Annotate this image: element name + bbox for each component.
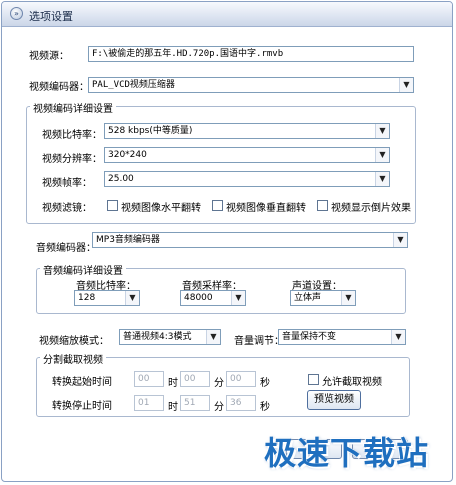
start-time-label: 转换起始时间: [52, 377, 112, 388]
video-bitrate-value: 528 kbps(中等质量): [108, 126, 193, 136]
stop-hour-input[interactable]: 01: [134, 395, 164, 411]
audio-bitrate-select[interactable]: 128 ▼: [74, 290, 140, 306]
video-bitrate-select[interactable]: 528 kbps(中等质量) ▼: [104, 123, 390, 139]
allow-clip-checkbox[interactable]: [308, 374, 319, 385]
audio-encoder-select[interactable]: MP3音频编码器 ▼: [92, 232, 408, 248]
video-bitrate-label: 视频比特率：: [42, 130, 102, 141]
stop-hour-unit: 时: [168, 402, 178, 413]
stop-time-label: 转换停止时间: [52, 401, 112, 412]
dropdown-arrow-icon[interactable]: ▼: [375, 124, 389, 138]
reverse-label: 视频显示倒片效果: [331, 203, 411, 214]
scaling-mode-label: 视频缩放模式：: [39, 336, 109, 347]
dropdown-arrow-icon[interactable]: ▼: [375, 172, 389, 186]
dropdown-arrow-icon[interactable]: ▼: [399, 78, 413, 92]
title-bar: » 选项设置: [2, 2, 452, 27]
stop-minute-unit: 分: [214, 402, 224, 413]
collapse-chevron-icon[interactable]: »: [10, 7, 23, 20]
start-minute-unit: 分: [214, 378, 224, 389]
dropdown-arrow-icon[interactable]: ▼: [231, 291, 245, 305]
video-framerate-label: 视频帧率：: [42, 178, 92, 189]
video-encoder-label: 视频编码器：: [29, 82, 89, 93]
volume-label: 音量调节：: [234, 336, 284, 347]
clip-legend: 分割截取视频: [40, 351, 106, 366]
hflip-checkbox[interactable]: [107, 200, 118, 211]
audio-samplerate-select[interactable]: 48000 ▼: [180, 290, 246, 306]
audio-bitrate-value: 128: [78, 293, 96, 303]
video-filter-label: 视频滤镜：: [42, 203, 92, 214]
volume-select[interactable]: 音量保持不变 ▼: [278, 329, 406, 345]
vflip-label: 视频图像垂直翻转: [226, 203, 306, 214]
preview-video-button[interactable]: 预览视频: [307, 390, 361, 410]
video-resolution-select[interactable]: 320*240 ▼: [104, 147, 390, 163]
start-hour-input[interactable]: 00: [134, 371, 164, 387]
start-second-unit: 秒: [260, 378, 270, 389]
dropdown-arrow-icon[interactable]: ▼: [375, 148, 389, 162]
audio-encoder-value: MP3音频编码器: [96, 235, 160, 245]
reverse-checkbox[interactable]: [317, 200, 328, 211]
video-source-input[interactable]: F:\被偷走的那五年.HD.720p.国语中字.rmvb: [88, 46, 414, 62]
video-framerate-select[interactable]: 25.00 ▼: [104, 171, 390, 187]
video-resolution-label: 视频分辨率：: [42, 154, 102, 165]
scaling-mode-value: 普通视频4:3模式: [123, 332, 192, 342]
vflip-checkbox[interactable]: [212, 200, 223, 211]
volume-value: 音量保持不变: [282, 332, 337, 342]
start-second-input[interactable]: 00: [226, 371, 256, 387]
video-encoder-select[interactable]: PAL_VCD视频压缩器 ▼: [88, 77, 414, 93]
dropdown-arrow-icon[interactable]: ▼: [125, 291, 139, 305]
dropdown-arrow-icon[interactable]: ▼: [206, 330, 220, 344]
audio-detail-legend: 音频编码详细设置: [40, 262, 126, 277]
allow-clip-label: 允许截取视频: [322, 377, 382, 388]
hflip-label: 视频图像水平翻转: [121, 203, 201, 214]
video-resolution-value: 320*240: [108, 150, 147, 160]
audio-channel-select[interactable]: 立体声 ▼: [290, 290, 356, 306]
start-minute-input[interactable]: 00: [180, 371, 210, 387]
video-framerate-value: 25.00: [108, 174, 134, 184]
dropdown-arrow-icon[interactable]: ▼: [393, 233, 407, 247]
audio-channel-value: 立体声: [294, 293, 322, 303]
audio-encoder-label: 音频编码器：: [36, 243, 96, 254]
video-source-label: 视频源：: [29, 51, 69, 62]
dropdown-arrow-icon[interactable]: ▼: [391, 330, 405, 344]
start-hour-unit: 时: [168, 378, 178, 389]
window-title: 选项设置: [29, 10, 73, 23]
watermark-text: 极速下载站: [264, 434, 430, 472]
options-dialog: » 选项设置 视频源： F:\被偷走的那五年.HD.720p.国语中字.rmvb…: [1, 1, 453, 482]
stop-second-unit: 秒: [260, 402, 270, 413]
video-detail-legend: 视频编码详细设置: [30, 100, 116, 115]
stop-second-input[interactable]: 36: [226, 395, 256, 411]
scaling-mode-select[interactable]: 普通视频4:3模式 ▼: [119, 329, 221, 345]
stop-minute-input[interactable]: 51: [180, 395, 210, 411]
video-encoder-value: PAL_VCD视频压缩器: [92, 80, 175, 90]
dropdown-arrow-icon[interactable]: ▼: [341, 291, 355, 305]
audio-samplerate-value: 48000: [184, 293, 213, 303]
